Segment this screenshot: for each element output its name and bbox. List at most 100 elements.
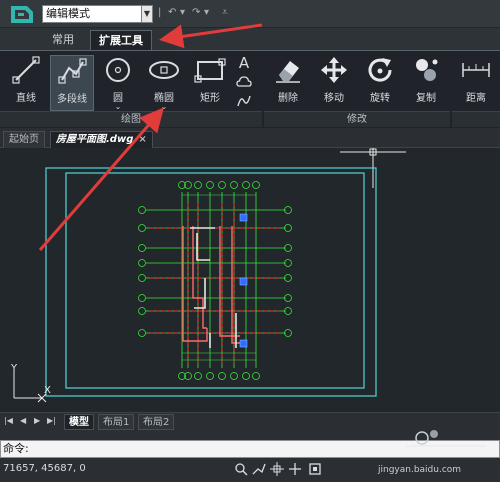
snap-icon[interactable] bbox=[252, 462, 266, 476]
axis-bubble bbox=[218, 181, 226, 189]
circle-tool-button[interactable]: 圆 ⌄ bbox=[96, 55, 140, 111]
ribbon-tab-bar: 常用 扩展工具 bbox=[0, 28, 500, 50]
chevron-down-icon[interactable]: ⌄ bbox=[96, 103, 140, 111]
wall-lines-white bbox=[190, 227, 237, 348]
tool-label: 直线 bbox=[16, 93, 36, 104]
tab-start-page[interactable]: 起始页 bbox=[3, 131, 45, 148]
draw-group-label: 绘图 bbox=[0, 111, 262, 127]
axis-bubble bbox=[218, 372, 226, 380]
separator-icon: | bbox=[158, 7, 162, 18]
axis-bubbles bbox=[138, 181, 292, 380]
paper-frame-inner bbox=[65, 172, 365, 389]
ucs-y-label: Y bbox=[10, 363, 18, 374]
rectangle-icon bbox=[194, 58, 226, 83]
rotate-tool-button[interactable]: 旋转 bbox=[358, 55, 402, 111]
copy-icon bbox=[416, 59, 438, 81]
tab-model[interactable]: 模型 bbox=[64, 414, 94, 430]
axis-bubble bbox=[206, 372, 214, 380]
red-axis-lines bbox=[150, 203, 282, 363]
axis-bubble bbox=[206, 181, 214, 189]
polyline-tool-button[interactable]: 多段线 bbox=[50, 55, 94, 111]
tab-layout-1[interactable]: 布局1 bbox=[98, 414, 135, 430]
text-tool-icon[interactable]: A bbox=[236, 55, 252, 71]
redo-dropdown-icon[interactable]: ▾ bbox=[204, 7, 209, 18]
axis-bubble bbox=[230, 372, 238, 380]
document-tab-bar: 起始页 房屋平面图.dwg × bbox=[0, 129, 500, 148]
tool-label: 复制 bbox=[416, 93, 436, 104]
copy-tool-button[interactable]: 复制 bbox=[404, 55, 448, 111]
last-tab-icon[interactable]: ▶| bbox=[47, 416, 56, 425]
axis-bubble bbox=[242, 372, 250, 380]
axis-bubble bbox=[138, 206, 146, 214]
paper-frame-outer bbox=[45, 167, 377, 397]
rotate-icon bbox=[368, 58, 392, 82]
tool-label: 旋转 bbox=[370, 93, 390, 104]
zoom-icon[interactable] bbox=[234, 462, 248, 476]
ellipse-icon bbox=[149, 61, 179, 79]
workspace-mode-select[interactable]: 编辑模式 bbox=[42, 5, 152, 23]
tab-common[interactable]: 常用 bbox=[44, 30, 82, 50]
line-icon bbox=[12, 56, 40, 84]
tool-label: 删除 bbox=[278, 93, 298, 104]
tool-label: 矩形 bbox=[200, 93, 220, 104]
cloud-icon[interactable] bbox=[236, 74, 252, 90]
move-arrows-icon bbox=[321, 57, 347, 83]
app-logo-icon bbox=[11, 6, 33, 23]
tab-extended-tools[interactable]: 扩展工具 bbox=[90, 30, 152, 50]
tool-label: 多段线 bbox=[57, 94, 87, 105]
floor-plan-drawing: Y X bbox=[10, 148, 406, 403]
watermark-text: jingyan.baidu.com bbox=[378, 465, 462, 475]
measure-group-label bbox=[452, 111, 500, 127]
undo-dropdown-icon[interactable]: ▾ bbox=[180, 7, 185, 18]
ucs-x-label: X bbox=[44, 385, 51, 396]
spline-icon[interactable] bbox=[236, 93, 252, 109]
axis-bubble bbox=[230, 181, 238, 189]
tab-current-drawing[interactable]: 房屋平面图.dwg × bbox=[50, 131, 153, 148]
grip-handle[interactable] bbox=[239, 339, 248, 348]
fullscreen-icon[interactable] bbox=[308, 462, 322, 476]
cursor-coordinates: 71657, 45687, 0 bbox=[3, 463, 86, 474]
axis-bubble bbox=[138, 329, 146, 337]
delete-tool-button[interactable]: 删除 bbox=[266, 55, 310, 111]
modify-group-label: 修改 bbox=[264, 111, 450, 127]
drawing-canvas[interactable]: Y X bbox=[0, 148, 500, 412]
axis-bubble bbox=[138, 274, 146, 282]
axis-bubble bbox=[138, 244, 146, 252]
tool-label: 距离 bbox=[466, 93, 486, 104]
axis-bubble bbox=[194, 181, 202, 189]
chevron-down-icon[interactable]: ▼ bbox=[141, 5, 153, 23]
chevron-down-icon[interactable]: ⌄ bbox=[142, 103, 186, 111]
first-tab-icon[interactable]: |◀ bbox=[4, 416, 13, 425]
close-icon[interactable]: × bbox=[138, 134, 146, 145]
tab-title: 房屋平面图.dwg bbox=[56, 134, 134, 145]
grip-handle[interactable] bbox=[239, 277, 248, 286]
axis-bubble bbox=[138, 307, 146, 315]
tab-layout-2[interactable]: 布局2 bbox=[138, 414, 175, 430]
object-snap-icon[interactable] bbox=[270, 462, 284, 476]
axis-bubble bbox=[138, 294, 146, 302]
ortho-icon[interactable] bbox=[288, 462, 302, 476]
axis-bubble bbox=[252, 372, 260, 380]
ribbon-panel: 直线 多段线 圆 ⌄ 椭圆 ⌄ 矩形 A 绘图 删除 移动 旋转 复制 修改 距… bbox=[0, 50, 500, 128]
rectangle-tool-button[interactable]: 矩形 bbox=[188, 55, 232, 111]
grip-handle[interactable] bbox=[239, 213, 248, 222]
axis-bubble bbox=[138, 259, 146, 267]
redo-icon[interactable]: ↷ bbox=[192, 7, 200, 18]
customize-toolbar-icon[interactable]: ⩡ bbox=[222, 7, 228, 18]
move-tool-button[interactable]: 移动 bbox=[312, 55, 356, 111]
next-tab-icon[interactable]: ▶ bbox=[34, 416, 40, 425]
polyline-icon bbox=[58, 58, 87, 84]
ucs-axis-icon bbox=[13, 370, 47, 403]
prev-tab-icon[interactable]: ◀ bbox=[20, 416, 26, 425]
tool-label: 移动 bbox=[324, 93, 344, 104]
circle-icon bbox=[106, 58, 130, 82]
undo-icon[interactable]: ↶ bbox=[168, 7, 176, 18]
title-bar: 编辑模式 ▼ | ↶ ▾ ↷ ▾ ⩡ bbox=[0, 0, 500, 28]
axis-grid bbox=[146, 192, 286, 368]
ruler-icon bbox=[462, 63, 490, 77]
distance-tool-button[interactable]: 距离 bbox=[454, 55, 498, 111]
ellipse-tool-button[interactable]: 椭圆 ⌄ bbox=[142, 55, 186, 111]
axis-bubble bbox=[194, 372, 202, 380]
line-tool-button[interactable]: 直线 bbox=[4, 55, 48, 111]
axis-bubble bbox=[242, 181, 250, 189]
